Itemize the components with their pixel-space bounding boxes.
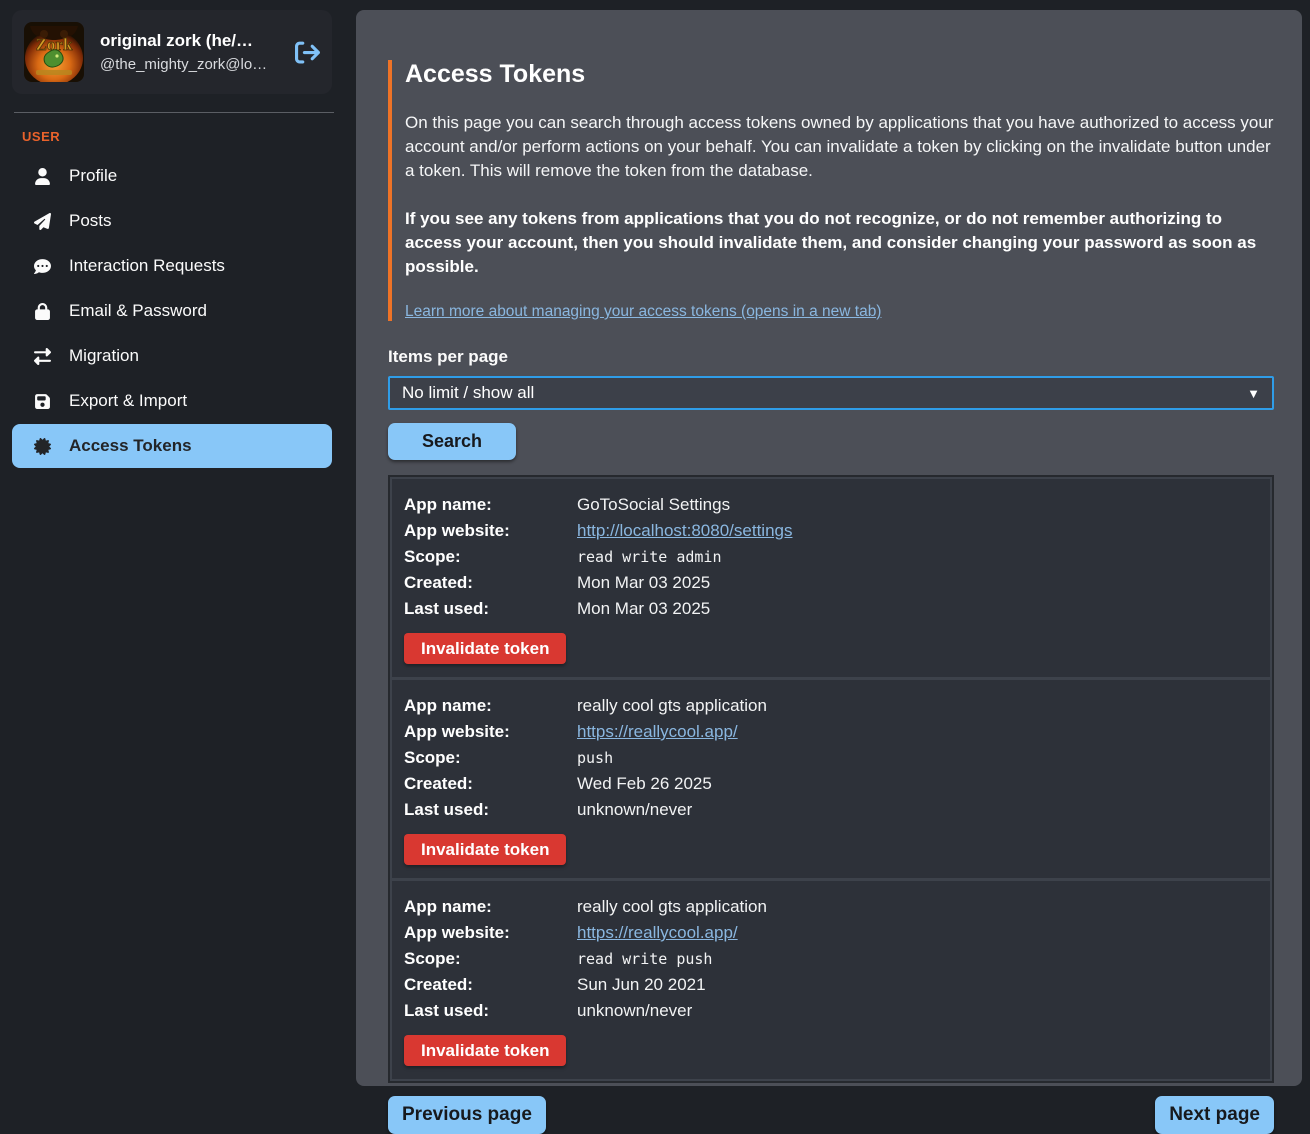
app-name-value: GoToSocial Settings xyxy=(577,492,1258,518)
token-entry: App name:really cool gts application App… xyxy=(392,881,1270,1079)
created-label: Created: xyxy=(404,972,577,998)
sidebar-item-access-tokens[interactable]: Access Tokens xyxy=(12,424,332,468)
scope-value: push xyxy=(577,745,1258,771)
invalidate-token-button[interactable]: Invalidate token xyxy=(404,633,566,664)
items-per-page-select[interactable]: No limit / show all ▼ xyxy=(388,376,1274,410)
main-panel: Access Tokens On this page you can searc… xyxy=(356,10,1302,1086)
account-handle: @the_mighty_zork@lo… xyxy=(100,56,279,73)
sidebar-item-label: Migration xyxy=(69,346,139,366)
sign-out-icon xyxy=(295,40,320,65)
page-description: On this page you can search through acce… xyxy=(405,111,1274,183)
lock-icon xyxy=(33,302,51,320)
profile-text: original zork (he/… @the_mighty_zork@lo… xyxy=(100,31,279,73)
previous-page-button[interactable]: Previous page xyxy=(388,1096,546,1134)
certificate-icon xyxy=(33,437,51,455)
token-entry: App name:really cool gts application App… xyxy=(392,680,1270,878)
sidebar-nav: USER Profile Posts Interaction Requests xyxy=(12,123,338,468)
sidebar-item-label: Posts xyxy=(69,211,112,231)
page-intro: Access Tokens On this page you can searc… xyxy=(388,60,1274,321)
display-name: original zork (he/… xyxy=(100,31,279,51)
invalidate-token-button[interactable]: Invalidate token xyxy=(404,834,566,865)
learn-more-link[interactable]: Learn more about managing your access to… xyxy=(405,303,881,320)
app-website-link[interactable]: http://localhost:8080/settings xyxy=(577,521,792,540)
app-name-label: App name: xyxy=(404,894,577,920)
page-title: Access Tokens xyxy=(405,60,1274,89)
sidebar-item-label: Export & Import xyxy=(69,391,187,411)
user-icon xyxy=(33,167,51,185)
paper-plane-icon xyxy=(33,212,51,230)
last-used-label: Last used: xyxy=(404,596,577,622)
sidebar-item-label: Access Tokens xyxy=(69,436,192,456)
sidebar-item-label: Profile xyxy=(69,166,117,186)
scope-label: Scope: xyxy=(404,946,577,972)
sidebar-divider xyxy=(14,112,334,113)
sidebar-item-interaction-requests[interactable]: Interaction Requests xyxy=(12,244,332,288)
app-website-label: App website: xyxy=(404,719,577,745)
token-list: App name:GoToSocial Settings App website… xyxy=(388,475,1274,1083)
next-page-button[interactable]: Next page xyxy=(1155,1096,1274,1134)
last-used-value: Mon Mar 03 2025 xyxy=(577,596,1258,622)
app-name-value: really cool gts application xyxy=(577,894,1258,920)
app-root: Zork original zork (he/… @the_mighty_zor… xyxy=(0,0,1310,1097)
sidebar-item-profile[interactable]: Profile xyxy=(12,154,332,198)
sidebar: Zork original zork (he/… @the_mighty_zor… xyxy=(0,0,338,1097)
scope-label: Scope: xyxy=(404,544,577,570)
items-per-page-value: No limit / show all xyxy=(402,383,534,403)
last-used-label: Last used: xyxy=(404,797,577,823)
app-website-link[interactable]: https://reallycool.app/ xyxy=(577,722,738,741)
floppy-disk-icon xyxy=(33,392,51,410)
created-value: Wed Feb 26 2025 xyxy=(577,771,1258,797)
scope-value: read write push xyxy=(577,946,1258,972)
dropdown-arrow-icon: ▼ xyxy=(1247,386,1260,401)
transfer-arrows-icon xyxy=(33,347,51,365)
nav-category-user: USER xyxy=(12,123,338,154)
app-name-value: really cool gts application xyxy=(577,693,1258,719)
token-entry: App name:GoToSocial Settings App website… xyxy=(392,479,1270,677)
sidebar-item-email-password[interactable]: Email & Password xyxy=(12,289,332,333)
scope-label: Scope: xyxy=(404,745,577,771)
app-website-label: App website: xyxy=(404,920,577,946)
sidebar-item-label: Interaction Requests xyxy=(69,256,225,276)
search-button[interactable]: Search xyxy=(388,423,516,460)
last-used-value: unknown/never xyxy=(577,797,1258,823)
scope-value: read write admin xyxy=(577,544,1258,570)
created-label: Created: xyxy=(404,771,577,797)
app-website-label: App website: xyxy=(404,518,577,544)
sidebar-item-export-import[interactable]: Export & Import xyxy=(12,379,332,423)
created-label: Created: xyxy=(404,570,577,596)
comment-dots-icon xyxy=(33,257,51,275)
app-name-label: App name: xyxy=(404,492,577,518)
created-value: Sun Jun 20 2021 xyxy=(577,972,1258,998)
sidebar-item-label: Email & Password xyxy=(69,301,207,321)
created-value: Mon Mar 03 2025 xyxy=(577,570,1258,596)
sidebar-item-posts[interactable]: Posts xyxy=(12,199,332,243)
invalidate-token-button[interactable]: Invalidate token xyxy=(404,1035,566,1066)
avatar: Zork xyxy=(24,22,84,82)
app-name-label: App name: xyxy=(404,693,577,719)
logout-button[interactable] xyxy=(295,40,320,65)
last-used-value: unknown/never xyxy=(577,998,1258,1024)
sidebar-item-migration[interactable]: Migration xyxy=(12,334,332,378)
items-per-page-label: Items per page xyxy=(388,347,1274,367)
page-warning: If you see any tokens from applications … xyxy=(405,207,1274,279)
pagination: Previous page Next page xyxy=(388,1096,1274,1134)
last-used-label: Last used: xyxy=(404,998,577,1024)
profile-card[interactable]: Zork original zork (he/… @the_mighty_zor… xyxy=(12,10,332,94)
app-website-link[interactable]: https://reallycool.app/ xyxy=(577,923,738,942)
